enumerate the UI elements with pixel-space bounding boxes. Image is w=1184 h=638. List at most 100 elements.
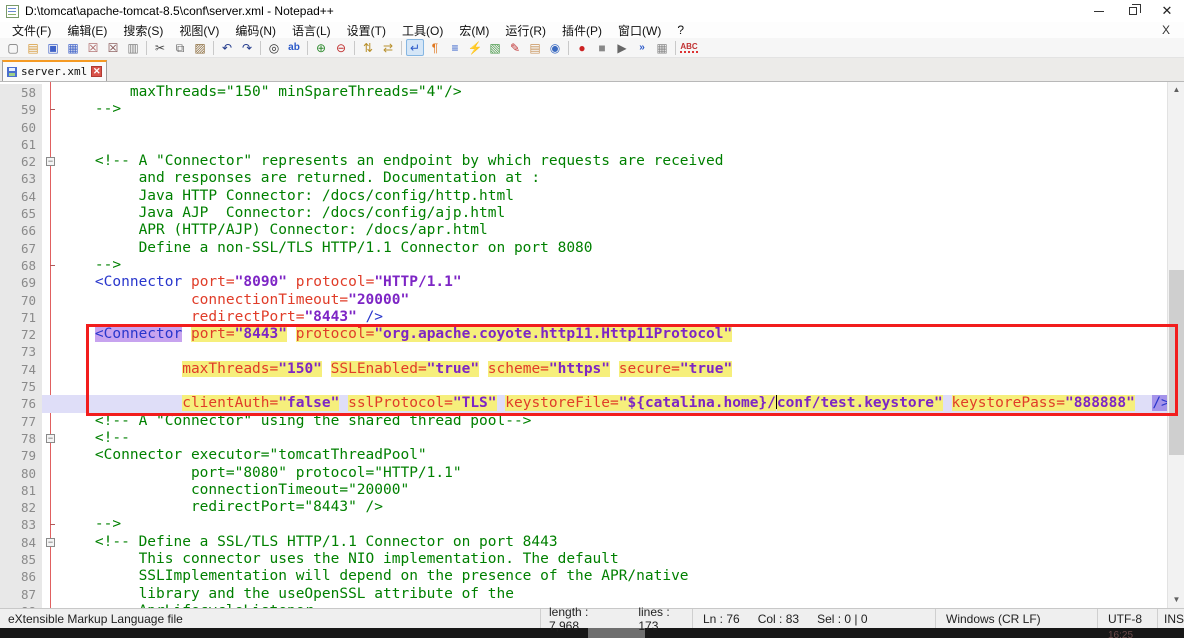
vertical-scrollbar[interactable]: ▲ ▼ (1167, 82, 1184, 608)
sync-scroll-vertical-icon[interactable]: ⇅ (359, 39, 377, 56)
menu-item-11[interactable]: 窗口(W) (610, 22, 669, 39)
cut-icon[interactable]: ✂ (151, 39, 169, 56)
code-line[interactable]: 78− <!-- (0, 430, 1167, 447)
toolbar-group: ↶↷ (217, 39, 257, 56)
menu-item-4[interactable]: 编码(N) (227, 22, 284, 39)
code-text: maxThreads="150" minSpareThreads="4"/> (60, 84, 462, 101)
word-wrap-icon[interactable]: ↵ (406, 39, 424, 56)
record-macro-icon[interactable]: ● (573, 39, 591, 56)
fold-collapse-icon[interactable]: − (46, 434, 55, 443)
code-line[interactable]: 86 SSLImplementation will depend on the … (0, 568, 1167, 585)
code-line[interactable]: 60 (0, 119, 1167, 136)
indent-guide-icon[interactable]: ≡ (446, 39, 464, 56)
monitoring-eye-icon[interactable]: ◉ (546, 39, 564, 56)
code-line[interactable]: 62− <!-- A "Connector" represents an end… (0, 153, 1167, 170)
user-defined-language-icon[interactable]: ⚡ (466, 39, 484, 56)
undo-icon[interactable]: ↶ (218, 39, 236, 56)
tab-server-xml[interactable]: server.xml ✕ (2, 60, 107, 81)
line-number: 75 (0, 378, 42, 395)
code-line[interactable]: 72 <Connector port="8443" protocol="org.… (0, 326, 1167, 343)
code-line[interactable]: 77 <!-- A "Connector" using the shared t… (0, 413, 1167, 430)
minimize-button[interactable] (1082, 0, 1116, 22)
editor-pane[interactable]: 58 maxThreads="150" minSpareThreads="4"/… (0, 82, 1167, 608)
find-icon[interactable]: ◎ (265, 39, 283, 56)
code-line[interactable]: 75 (0, 378, 1167, 395)
taskbar-clock: 16:25 (1108, 630, 1133, 638)
menu-item-7[interactable]: 工具(O) (394, 22, 451, 39)
code-line[interactable]: 64 Java HTTP Connector: /docs/config/htt… (0, 188, 1167, 205)
code-line[interactable]: 69 <Connector port="8090" protocol="HTTP… (0, 274, 1167, 291)
menu-close-document-button[interactable]: X (1162, 23, 1170, 37)
redo-icon[interactable]: ↷ (238, 39, 256, 56)
code-line[interactable]: 83 --> (0, 516, 1167, 533)
code-line[interactable]: 74 maxThreads="150" SSLEnabled="true" sc… (0, 361, 1167, 378)
spell-check-icon[interactable]: ABC (680, 39, 698, 56)
code-line[interactable]: 70 connectionTimeout="20000" (0, 292, 1167, 309)
sync-scroll-horizontal-icon[interactable]: ⇄ (379, 39, 397, 56)
scroll-up-icon[interactable]: ▲ (1168, 82, 1184, 98)
close-all-documents-icon[interactable]: ☒ (104, 39, 122, 56)
code-line[interactable]: 82 redirectPort="8443" /> (0, 499, 1167, 516)
code-line[interactable]: 71 redirectPort="8443" /> (0, 309, 1167, 326)
scrollbar-thumb[interactable] (1169, 270, 1184, 455)
line-number: 85 (0, 551, 42, 568)
restore-button[interactable] (1116, 0, 1150, 22)
menu-item-6[interactable]: 设置(T) (339, 22, 394, 39)
stop-macro-icon[interactable]: ■ (593, 39, 611, 56)
menu-item-0[interactable]: 文件(F) (4, 22, 59, 39)
menu-item-12[interactable]: ? (669, 23, 692, 37)
menu-item-3[interactable]: 视图(V) (171, 22, 227, 39)
paste-icon[interactable]: ▨ (191, 39, 209, 56)
code-line[interactable]: 73 (0, 343, 1167, 360)
menu-item-2[interactable]: 搜索(S) (115, 22, 171, 39)
zoom-in-icon[interactable]: ⊕ (312, 39, 330, 56)
play-macro-icon[interactable]: ▶ (613, 39, 631, 56)
code-line[interactable]: 81 connectionTimeout="20000" (0, 482, 1167, 499)
save-all-icon[interactable]: ▦ (64, 39, 82, 56)
line-number: 78 (0, 430, 42, 447)
new-file-icon[interactable]: ▢ (4, 39, 22, 56)
code-line[interactable]: 58 maxThreads="150" minSpareThreads="4"/… (0, 84, 1167, 101)
line-number: 66 (0, 222, 42, 239)
code-line[interactable]: 85 This connector uses the NIO implement… (0, 551, 1167, 568)
save-macro-icon[interactable]: ▦ (653, 39, 671, 56)
open-file-icon[interactable]: ▤ (24, 39, 42, 56)
copy-icon[interactable]: ⧉ (171, 39, 189, 56)
code-line[interactable]: 66 APR (HTTP/AJP) Connector: /docs/apr.h… (0, 222, 1167, 239)
toolbar-group: ⊕⊖ (311, 39, 351, 56)
save-icon[interactable]: ▣ (44, 39, 62, 56)
line-number: 67 (0, 240, 42, 257)
menu-item-9[interactable]: 运行(R) (497, 22, 554, 39)
show-all-characters-icon[interactable]: ¶ (426, 39, 444, 56)
close-document-icon[interactable]: ☒ (84, 39, 102, 56)
code-line[interactable]: 79 <Connector executor="tomcatThreadPool… (0, 447, 1167, 464)
function-list-icon[interactable]: ✎ (506, 39, 524, 56)
code-line[interactable]: 84− <!-- Define a SSL/TLS HTTP/1.1 Conne… (0, 534, 1167, 551)
run-macro-multiple-icon[interactable]: » (633, 39, 651, 56)
code-line[interactable]: 63 and responses are returned. Documenta… (0, 170, 1167, 187)
code-line-current[interactable]: 76 clientAuth="false" sslProtocol="TLS" … (0, 395, 1167, 412)
document-map-icon[interactable]: ▧ (486, 39, 504, 56)
folder-as-workspace-icon[interactable]: ▤ (526, 39, 544, 56)
code-line[interactable]: 68 --> (0, 257, 1167, 274)
scroll-down-icon[interactable]: ▼ (1168, 592, 1184, 608)
menu-item-5[interactable]: 语言(L) (284, 22, 339, 39)
line-number: 60 (0, 119, 42, 136)
zoom-out-icon[interactable]: ⊖ (332, 39, 350, 56)
menu-item-10[interactable]: 插件(P) (554, 22, 610, 39)
code-line[interactable]: 80 port="8080" protocol="HTTP/1.1" (0, 465, 1167, 482)
replace-icon[interactable]: ab (285, 39, 303, 56)
code-line[interactable]: 61 (0, 136, 1167, 153)
close-button[interactable]: ✕ (1150, 0, 1184, 22)
menu-item-8[interactable]: 宏(M) (451, 22, 497, 39)
code-line[interactable]: 59 --> (0, 101, 1167, 118)
code-line[interactable]: 87 library and the useOpenSSL attribute … (0, 586, 1167, 603)
fold-collapse-icon[interactable]: − (46, 157, 55, 166)
toolbar-separator (568, 41, 569, 55)
tab-close-icon[interactable]: ✕ (91, 66, 102, 77)
code-line[interactable]: 65 Java AJP Connector: /docs/config/ajp.… (0, 205, 1167, 222)
fold-collapse-icon[interactable]: − (46, 538, 55, 547)
code-line[interactable]: 67 Define a non-SSL/TLS HTTP/1.1 Connect… (0, 240, 1167, 257)
print-icon[interactable]: ▥ (124, 39, 142, 56)
menu-item-1[interactable]: 编辑(E) (59, 22, 115, 39)
